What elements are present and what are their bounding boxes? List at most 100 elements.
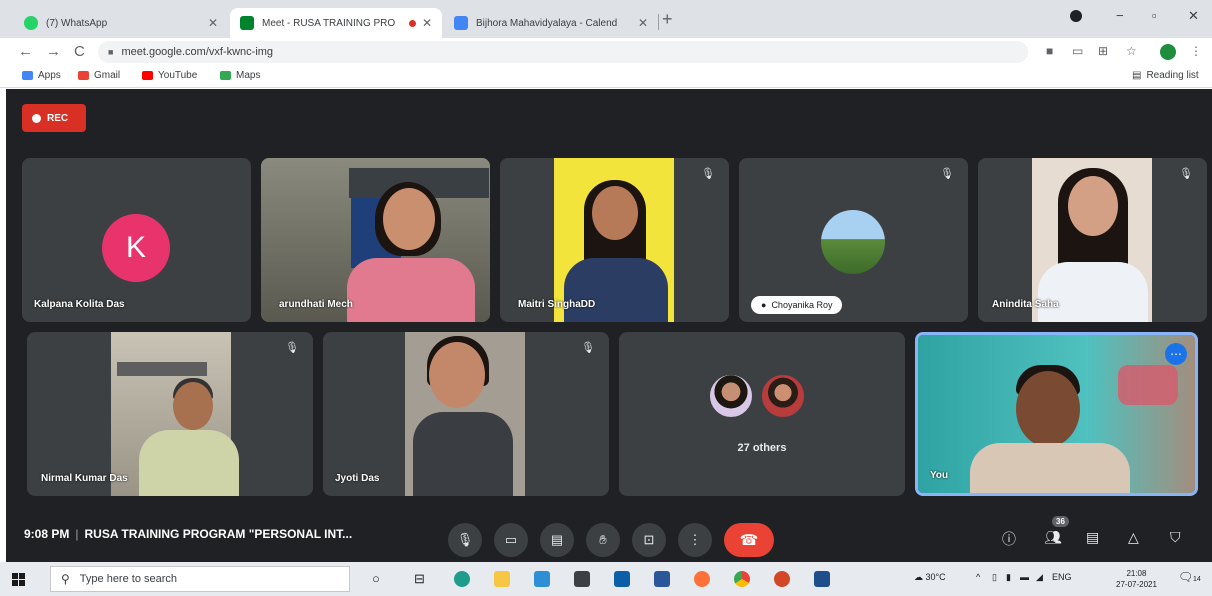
close-window-button[interactable]: ✕ [1188, 8, 1199, 24]
hand-icon: ✋︎ [599, 532, 607, 547]
participant-group-tile[interactable]: 27 others [619, 332, 905, 496]
bookmark-label: Gmail [94, 70, 121, 81]
forward-button[interactable]: → [46, 43, 61, 60]
activities-button[interactable]: △ [1128, 529, 1139, 546]
participant-tile[interactable]: K Kalpana Kolita Das [22, 158, 251, 322]
weather-indicator[interactable]: ☁︎ 30°C [914, 572, 946, 583]
captions-button[interactable]: ▤ [540, 523, 574, 557]
bookmark-star-icon[interactable]: ☆ [1126, 44, 1137, 58]
photos-icon[interactable] [814, 571, 830, 587]
shield-icon: ⛉ [1170, 529, 1181, 545]
battery-icon[interactable]: ▬ [1020, 572, 1029, 582]
tab-meet[interactable]: Meet - RUSA TRAINING PRO ✕ [230, 8, 442, 38]
more-options-button[interactable]: ⋮ [678, 523, 712, 557]
taskbar-search-input[interactable]: ⚲ Type here to search [50, 566, 350, 592]
browser-profile-dot-icon[interactable] [1070, 10, 1082, 22]
notification-center-icon[interactable]: 🗨︎ [1178, 570, 1193, 584]
camera-button[interactable]: ▭ [494, 523, 528, 557]
bookmark-gmail[interactable]: Gmail [78, 70, 120, 81]
participant-tile[interactable]: 🎙︎ Nirmal Kumar Das [27, 332, 313, 496]
reading-list-button[interactable]: ▤ Reading list [1132, 70, 1199, 81]
task-view-icon[interactable]: ⊟ [414, 571, 425, 587]
recording-indicator-icon [408, 19, 416, 27]
participant-tile[interactable]: 🎙︎ Jyoti Das [323, 332, 609, 496]
activities-icon: △ [1128, 529, 1139, 545]
file-explorer-icon[interactable] [494, 571, 510, 587]
tray-expand-icon[interactable]: ^ [976, 572, 980, 582]
taskbar-clock[interactable]: 21:08 27-07-2021 [1116, 568, 1157, 590]
profile-avatar[interactable] [1160, 44, 1176, 60]
word-icon[interactable] [654, 571, 670, 587]
pin-icon: ● [761, 300, 767, 310]
apps-icon [22, 71, 33, 80]
tab-whatsapp[interactable]: (7) WhatsApp ✕ [14, 8, 228, 38]
cast-icon[interactable]: ▭ [1072, 44, 1083, 58]
language-indicator[interactable]: ENG [1052, 572, 1072, 582]
participant-name: You [930, 470, 949, 481]
leave-call-button[interactable]: ☎︎ [724, 523, 774, 557]
clock-time: 21:08 [1126, 569, 1147, 578]
close-tab-icon[interactable]: ✕ [208, 16, 218, 30]
participant-name: Choyanika Roy [771, 300, 833, 310]
more-options-icon[interactable]: ⋯ [1165, 343, 1187, 365]
camera-indicator-icon[interactable]: ■ [1046, 44, 1053, 58]
network-icon[interactable]: ▯ [992, 572, 997, 583]
restore-button[interactable]: ▫ [1152, 8, 1157, 23]
participant-tile[interactable]: 🎙︎ ● Choyanika Roy [739, 158, 968, 322]
mic-tray-icon[interactable]: ▮ [1006, 572, 1011, 583]
present-button[interactable]: ⊡ [632, 523, 666, 557]
back-button[interactable]: ← [18, 43, 33, 60]
maps-icon [220, 71, 231, 80]
host-controls-button[interactable]: ⛉ [1170, 529, 1181, 546]
people-button[interactable]: 👥︎ [1044, 529, 1062, 546]
camera-icon: ▭ [504, 532, 518, 547]
url-field[interactable]: ■ meet.google.com/vxf-kwnc-img [98, 41, 1028, 63]
wifi-icon[interactable]: ◢ [1036, 572, 1043, 583]
rec-label: REC [47, 112, 69, 124]
tab-divider [658, 14, 659, 30]
reload-button[interactable]: C [74, 43, 85, 60]
weather-icon: ☁︎ [914, 572, 926, 582]
bookmark-label: YouTube [158, 70, 198, 81]
others-count: 27 others [737, 442, 787, 454]
raise-hand-button[interactable]: ✋︎ [586, 523, 620, 557]
weather-temp: 30°C [925, 572, 946, 582]
people-count-badge: 36 [1052, 516, 1069, 527]
chrome-menu-icon[interactable]: ⋮ [1190, 44, 1202, 58]
cortana-icon[interactable]: ○ [372, 571, 380, 586]
mail-icon[interactable] [614, 571, 630, 587]
windows-logo-icon [19, 580, 25, 586]
bookmark-youtube[interactable]: YouTube [142, 70, 197, 81]
meeting-title: RUSA TRAINING PROGRAM "PERSONAL INT... [84, 527, 353, 541]
bookmark-apps[interactable]: Apps [22, 70, 61, 81]
edge-icon[interactable] [454, 571, 470, 587]
participant-tile[interactable]: 🎙︎ Maitri SinghaDD [500, 158, 729, 322]
chat-button[interactable]: ▤ [1086, 529, 1099, 546]
powerpoint-icon[interactable] [774, 571, 790, 587]
close-tab-icon[interactable]: ✕ [638, 16, 648, 30]
close-tab-icon[interactable]: ✕ [422, 16, 432, 30]
firefox-icon[interactable] [694, 571, 710, 587]
participant-name-chip: ● Choyanika Roy [751, 296, 843, 314]
participant-tile[interactable]: 🎙︎ Anindita Saha [978, 158, 1207, 322]
bookmark-maps[interactable]: Maps [220, 70, 260, 81]
minimize-button[interactable]: − [1116, 8, 1124, 23]
microphone-button[interactable]: 🎙︎ [448, 523, 482, 557]
participant-name: Anindita Saha [992, 299, 1059, 310]
start-button[interactable] [12, 573, 25, 586]
address-bar: ← → C ■ meet.google.com/vxf-kwnc-img ■ ▭… [0, 38, 1212, 66]
new-tab-button[interactable]: + [662, 9, 673, 30]
shopping-bag-icon[interactable] [574, 571, 590, 587]
participant-name: Kalpana Kolita Das [34, 299, 125, 310]
meeting-details-button[interactable]: ⓘ [1002, 529, 1016, 549]
chat-icon: ▤ [1086, 529, 1100, 545]
avatar [709, 374, 753, 418]
chrome-icon[interactable] [734, 571, 750, 587]
participant-tile[interactable]: arundhati Mech [261, 158, 490, 322]
qr-code-icon[interactable]: ⊞ [1098, 44, 1108, 58]
self-view-tile[interactable]: ⋯ You [915, 332, 1198, 496]
participant-name: Nirmal Kumar Das [41, 473, 128, 484]
participant-face [383, 188, 435, 250]
tab-calendar[interactable]: Bijhora Mahavidyalaya - Calend ✕ [444, 8, 658, 38]
store-icon[interactable] [534, 571, 550, 587]
